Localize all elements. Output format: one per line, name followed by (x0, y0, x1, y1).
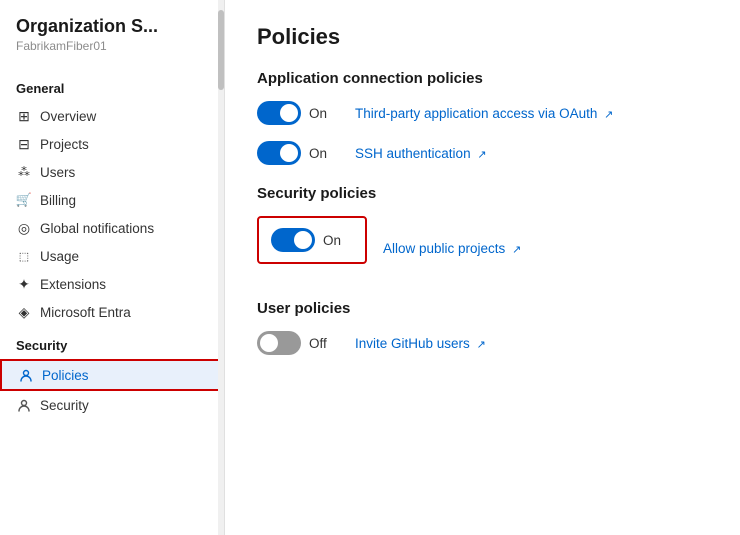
section-label-security: Security (0, 326, 224, 359)
overview-icon: ⊞ (16, 108, 32, 124)
external-link-icon-github-users: ↗ (477, 339, 486, 351)
policy-link-public-projects[interactable]: Allow public projects ↗ (383, 241, 521, 256)
sidebar-item-label: Security (40, 398, 89, 413)
policy-row-github-users: Off Invite GitHub users ↗ (257, 331, 708, 355)
policy-link-text-public-projects: Allow public projects (383, 241, 505, 256)
section-title-app-connection: Application connection policies (257, 70, 708, 87)
toggle-thumb-oauth (280, 104, 298, 122)
projects-icon: ⊟ (16, 136, 32, 152)
section-title-security: Security policies (257, 185, 708, 202)
sidebar-item-label: Overview (40, 109, 96, 124)
toggle-thumb-public-projects (294, 231, 312, 249)
sidebar-item-billing[interactable]: 🛒 Billing (0, 186, 224, 214)
external-link-icon-oauth: ↗ (604, 109, 613, 121)
toggle-label-oauth: On (309, 106, 339, 121)
policies-icon (18, 367, 34, 383)
sidebar-item-label: Projects (40, 137, 89, 152)
policy-row-ssh: On SSH authentication ↗ (257, 141, 708, 165)
sidebar-item-overview[interactable]: ⊞ Overview (0, 102, 224, 130)
scrollbar-thumb[interactable] (218, 10, 224, 90)
toggle-container-oauth: On (257, 101, 339, 125)
toggle-thumb-ssh (280, 144, 298, 162)
toggle-ssh[interactable] (257, 141, 301, 165)
sidebar-item-label: Microsoft Entra (40, 305, 131, 320)
policy-link-text-github-users: Invite GitHub users (355, 336, 470, 351)
toggle-label-public-projects: On (323, 233, 353, 248)
section-title-user-policies: User policies (257, 300, 708, 317)
sidebar-item-label: Users (40, 165, 75, 180)
sidebar-item-label: Policies (42, 368, 89, 383)
sidebar-item-usage[interactable]: ⬚ Usage (0, 242, 224, 270)
sidebar-item-security[interactable]: Security (0, 391, 224, 419)
toggle-container-public-projects: On (271, 228, 353, 252)
toggle-label-github-users: Off (309, 336, 339, 351)
sidebar-item-policies[interactable]: Policies (0, 359, 224, 391)
external-link-icon-public-projects: ↗ (512, 244, 521, 256)
scrollbar[interactable] (218, 0, 224, 535)
sidebar-item-label: Extensions (40, 277, 106, 292)
org-title: Organization S... (0, 16, 224, 39)
extensions-icon: ✦ (16, 276, 32, 292)
toggle-thumb-github-users (260, 334, 278, 352)
sidebar-item-extensions[interactable]: ✦ Extensions (0, 270, 224, 298)
toggle-public-projects[interactable] (271, 228, 315, 252)
org-subtitle: FabrikamFiber01 (0, 39, 224, 69)
sidebar-item-users[interactable]: ⁂ Users (0, 158, 224, 186)
security-policy-highlighted-box: On (257, 216, 367, 264)
notifications-icon: ◎ (16, 220, 32, 236)
security-icon (16, 397, 32, 413)
billing-icon: 🛒 (16, 192, 32, 208)
section-label-general: General (0, 69, 224, 102)
sidebar: Organization S... FabrikamFiber01 Genera… (0, 0, 225, 535)
main-content: Policies Application connection policies… (225, 0, 740, 535)
policy-row-public-projects: On Allow public projects ↗ (257, 216, 708, 280)
toggle-container-github-users: Off (257, 331, 339, 355)
policy-link-github-users[interactable]: Invite GitHub users ↗ (355, 336, 486, 351)
users-icon: ⁂ (16, 164, 32, 180)
policy-link-oauth[interactable]: Third-party application access via OAuth… (355, 106, 613, 121)
toggle-oauth[interactable] (257, 101, 301, 125)
sidebar-item-label: Billing (40, 193, 76, 208)
toggle-label-ssh: On (309, 146, 339, 161)
usage-icon: ⬚ (16, 248, 32, 264)
toggle-github-users[interactable] (257, 331, 301, 355)
policy-link-text-ssh: SSH authentication (355, 146, 471, 161)
sidebar-item-label: Usage (40, 249, 79, 264)
policy-row-oauth: On Third-party application access via OA… (257, 101, 708, 125)
sidebar-item-microsoft-entra[interactable]: ◈ Microsoft Entra (0, 298, 224, 326)
sidebar-item-global-notifications[interactable]: ◎ Global notifications (0, 214, 224, 242)
external-link-icon-ssh: ↗ (477, 149, 486, 161)
page-title: Policies (257, 24, 708, 50)
toggle-container-ssh: On (257, 141, 339, 165)
entra-icon: ◈ (16, 304, 32, 320)
policy-link-ssh[interactable]: SSH authentication ↗ (355, 146, 487, 161)
sidebar-item-label: Global notifications (40, 221, 154, 236)
sidebar-item-projects[interactable]: ⊟ Projects (0, 130, 224, 158)
policy-link-text-oauth: Third-party application access via OAuth (355, 106, 597, 121)
